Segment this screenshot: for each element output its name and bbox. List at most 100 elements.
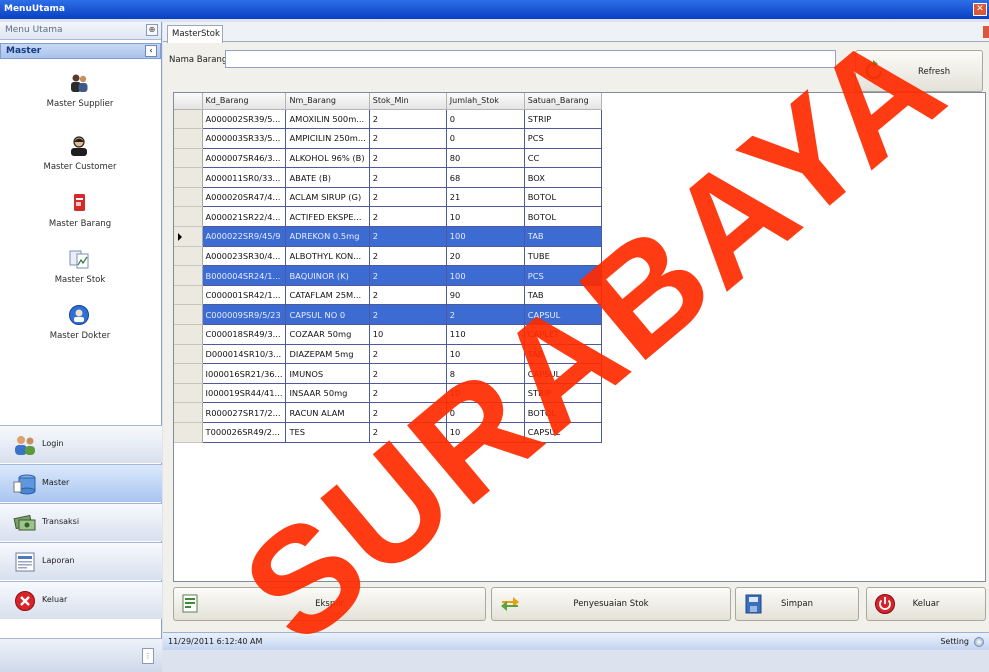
nav-button-laporan[interactable]: Laporan: [0, 542, 162, 580]
cell-kd-barang[interactable]: I000019SR44/41...: [202, 383, 287, 404]
penyesuaian-stok-button[interactable]: Penyesuaian Stok: [491, 587, 731, 621]
cell-satuan-barang[interactable]: CAPSUL: [524, 304, 602, 326]
cell-jumlah-stok[interactable]: 21: [446, 187, 525, 208]
nav-item-master-barang[interactable]: Master Barang: [0, 192, 160, 248]
nav-button-keluar[interactable]: Keluar: [0, 581, 162, 619]
cell-stok-min[interactable]: 2: [369, 226, 447, 247]
nama-barang-input[interactable]: [225, 50, 836, 68]
table-row[interactable]: I000016SR21/36... IMUNOS 2 8 CAPSUL: [174, 363, 602, 384]
cell-nm-barang[interactable]: ACTIFED EKSPE...: [285, 206, 370, 228]
collapse-icon[interactable]: ‹: [145, 45, 157, 57]
status-setting[interactable]: Setting: [940, 637, 969, 646]
cell-jumlah-stok[interactable]: 100: [446, 226, 525, 247]
cell-jumlah-stok[interactable]: 90: [446, 285, 525, 306]
table-row[interactable]: A000011SR0/33... ABATE (B) 2 68 BOX: [174, 167, 602, 188]
nav-item-master-stok[interactable]: Master Stok: [0, 248, 160, 304]
cell-stok-min[interactable]: 2: [369, 285, 447, 306]
cell-kd-barang[interactable]: A000023SR30/4...: [202, 246, 287, 267]
table-row[interactable]: A000002SR39/5... AMOXILIN 500m... 2 0 STRIP: [174, 109, 602, 130]
cell-nm-barang[interactable]: INSAAR 50mg: [285, 383, 370, 404]
cell-kd-barang[interactable]: B000004SR24/1...: [202, 265, 287, 286]
cell-jumlah-stok[interactable]: 100: [446, 265, 525, 286]
table-row[interactable]: D000014SR10/3... DIAZEPAM 5mg 2 10 TAB: [174, 344, 602, 365]
cell-jumlah-stok[interactable]: 8: [446, 363, 525, 384]
row-header[interactable]: [174, 422, 203, 443]
table-row[interactable]: I000019SR44/41... INSAAR 50mg 2 10 STRIP: [174, 383, 602, 404]
column-header-stok-min[interactable]: Stok_Min: [369, 93, 447, 110]
cell-satuan-barang[interactable]: CAPLET: [524, 324, 602, 345]
tab-close-icon[interactable]: [983, 26, 989, 38]
row-header[interactable]: [174, 304, 203, 326]
cell-jumlah-stok[interactable]: 10: [446, 422, 525, 443]
nav-button-login[interactable]: Login: [0, 425, 162, 463]
cell-stok-min[interactable]: 2: [369, 344, 447, 365]
cell-kd-barang[interactable]: A000022SR9/45/9: [202, 226, 287, 247]
cell-jumlah-stok[interactable]: 80: [446, 148, 525, 169]
cell-stok-min[interactable]: 2: [369, 383, 447, 404]
cell-kd-barang[interactable]: A000002SR39/5...: [202, 109, 287, 130]
keluar-button[interactable]: Keluar: [866, 587, 986, 621]
table-row[interactable]: T000026SR49/2... TES 2 10 CAPSUL: [174, 422, 602, 443]
nav-button-transaksi[interactable]: Transaksi: [0, 503, 162, 541]
cell-nm-barang[interactable]: ALKOHOL 96% (B): [285, 148, 370, 169]
table-row[interactable]: A000007SR46/3... ALKOHOL 96% (B) 2 80 CC: [174, 148, 602, 169]
cell-satuan-barang[interactable]: BOX: [524, 167, 602, 188]
cell-nm-barang[interactable]: ACLAM SIRUP (G): [285, 187, 370, 208]
table-row[interactable]: C000018SR49/3... COZAAR 50mg 10 110 CAPLET: [174, 324, 602, 345]
cell-satuan-barang[interactable]: BOTOL: [524, 402, 602, 423]
cell-stok-min[interactable]: 2: [369, 167, 447, 188]
cell-nm-barang[interactable]: AMPICILIN 250m...: [285, 128, 370, 149]
cell-jumlah-stok[interactable]: 110: [446, 324, 525, 345]
cell-nm-barang[interactable]: RACUN ALAM: [285, 402, 370, 423]
cell-jumlah-stok[interactable]: 2: [446, 304, 525, 326]
configure-buttons-icon[interactable]: ⋮: [142, 648, 154, 664]
nav-group-header[interactable]: Master ‹: [0, 43, 161, 59]
cell-kd-barang[interactable]: C000001SR42/1...: [202, 285, 287, 306]
cell-jumlah-stok[interactable]: 0: [446, 128, 525, 149]
cell-stok-min[interactable]: 2: [369, 187, 447, 208]
row-header[interactable]: [174, 344, 203, 365]
stock-grid[interactable]: Kd_Barang Nm_Barang Stok_Min Jumlah_Stok…: [173, 92, 986, 582]
row-header[interactable]: [174, 285, 203, 306]
nav-item-master-supplier[interactable]: Master Supplier: [0, 72, 160, 128]
nav-button-master[interactable]: Master: [0, 464, 162, 502]
cell-nm-barang[interactable]: CAPSUL NO 0: [285, 304, 370, 326]
cell-satuan-barang[interactable]: STRIP: [524, 109, 602, 130]
cell-stok-min[interactable]: 2: [369, 304, 447, 326]
window-close-button[interactable]: ✕: [973, 3, 987, 16]
row-header[interactable]: [174, 148, 203, 169]
table-row[interactable]: R000027SR17/2... RACUN ALAM 2 0 BOTOL: [174, 402, 602, 423]
row-header[interactable]: [174, 383, 203, 404]
cell-jumlah-stok[interactable]: 68: [446, 167, 525, 188]
cell-jumlah-stok[interactable]: 10: [446, 383, 525, 404]
cell-nm-barang[interactable]: COZAAR 50mg: [285, 324, 370, 345]
cell-kd-barang[interactable]: A000011SR0/33...: [202, 167, 287, 188]
cell-kd-barang[interactable]: A000003SR33/5...: [202, 128, 287, 149]
cell-kd-barang[interactable]: I000016SR21/36...: [202, 363, 287, 384]
cell-nm-barang[interactable]: BAQUINOR (K): [285, 265, 370, 286]
cell-kd-barang[interactable]: A000021SR22/4...: [202, 206, 287, 228]
table-row[interactable]: B000004SR24/1... BAQUINOR (K) 2 100 PCS: [174, 265, 602, 286]
cell-kd-barang[interactable]: D000014SR10/3...: [202, 344, 287, 365]
row-header[interactable]: [174, 324, 203, 345]
cell-jumlah-stok[interactable]: 0: [446, 109, 525, 130]
row-header[interactable]: [174, 363, 203, 384]
column-header-nm-barang[interactable]: Nm_Barang: [285, 93, 370, 110]
row-header[interactable]: [174, 265, 203, 286]
pin-icon[interactable]: ⊕: [146, 24, 158, 36]
row-header[interactable]: [174, 206, 203, 228]
cell-nm-barang[interactable]: ALBOTHYL KON...: [285, 246, 370, 267]
cell-stok-min[interactable]: 10: [369, 324, 447, 345]
row-header[interactable]: [174, 167, 203, 188]
cell-nm-barang[interactable]: TES: [285, 422, 370, 443]
cell-nm-barang[interactable]: DIAZEPAM 5mg: [285, 344, 370, 365]
cell-stok-min[interactable]: 2: [369, 128, 447, 149]
cell-nm-barang[interactable]: ADREKON 0.5mg: [285, 226, 370, 247]
row-header[interactable]: [174, 402, 203, 423]
column-header-satuan-barang[interactable]: Satuan_Barang: [524, 93, 602, 110]
nav-item-master-customer[interactable]: Master Customer: [0, 135, 160, 191]
cell-satuan-barang[interactable]: STRIP: [524, 383, 602, 404]
column-header-kd-barang[interactable]: Kd_Barang: [202, 93, 287, 110]
cell-kd-barang[interactable]: C000018SR49/3...: [202, 324, 287, 345]
row-header[interactable]: [174, 226, 203, 247]
